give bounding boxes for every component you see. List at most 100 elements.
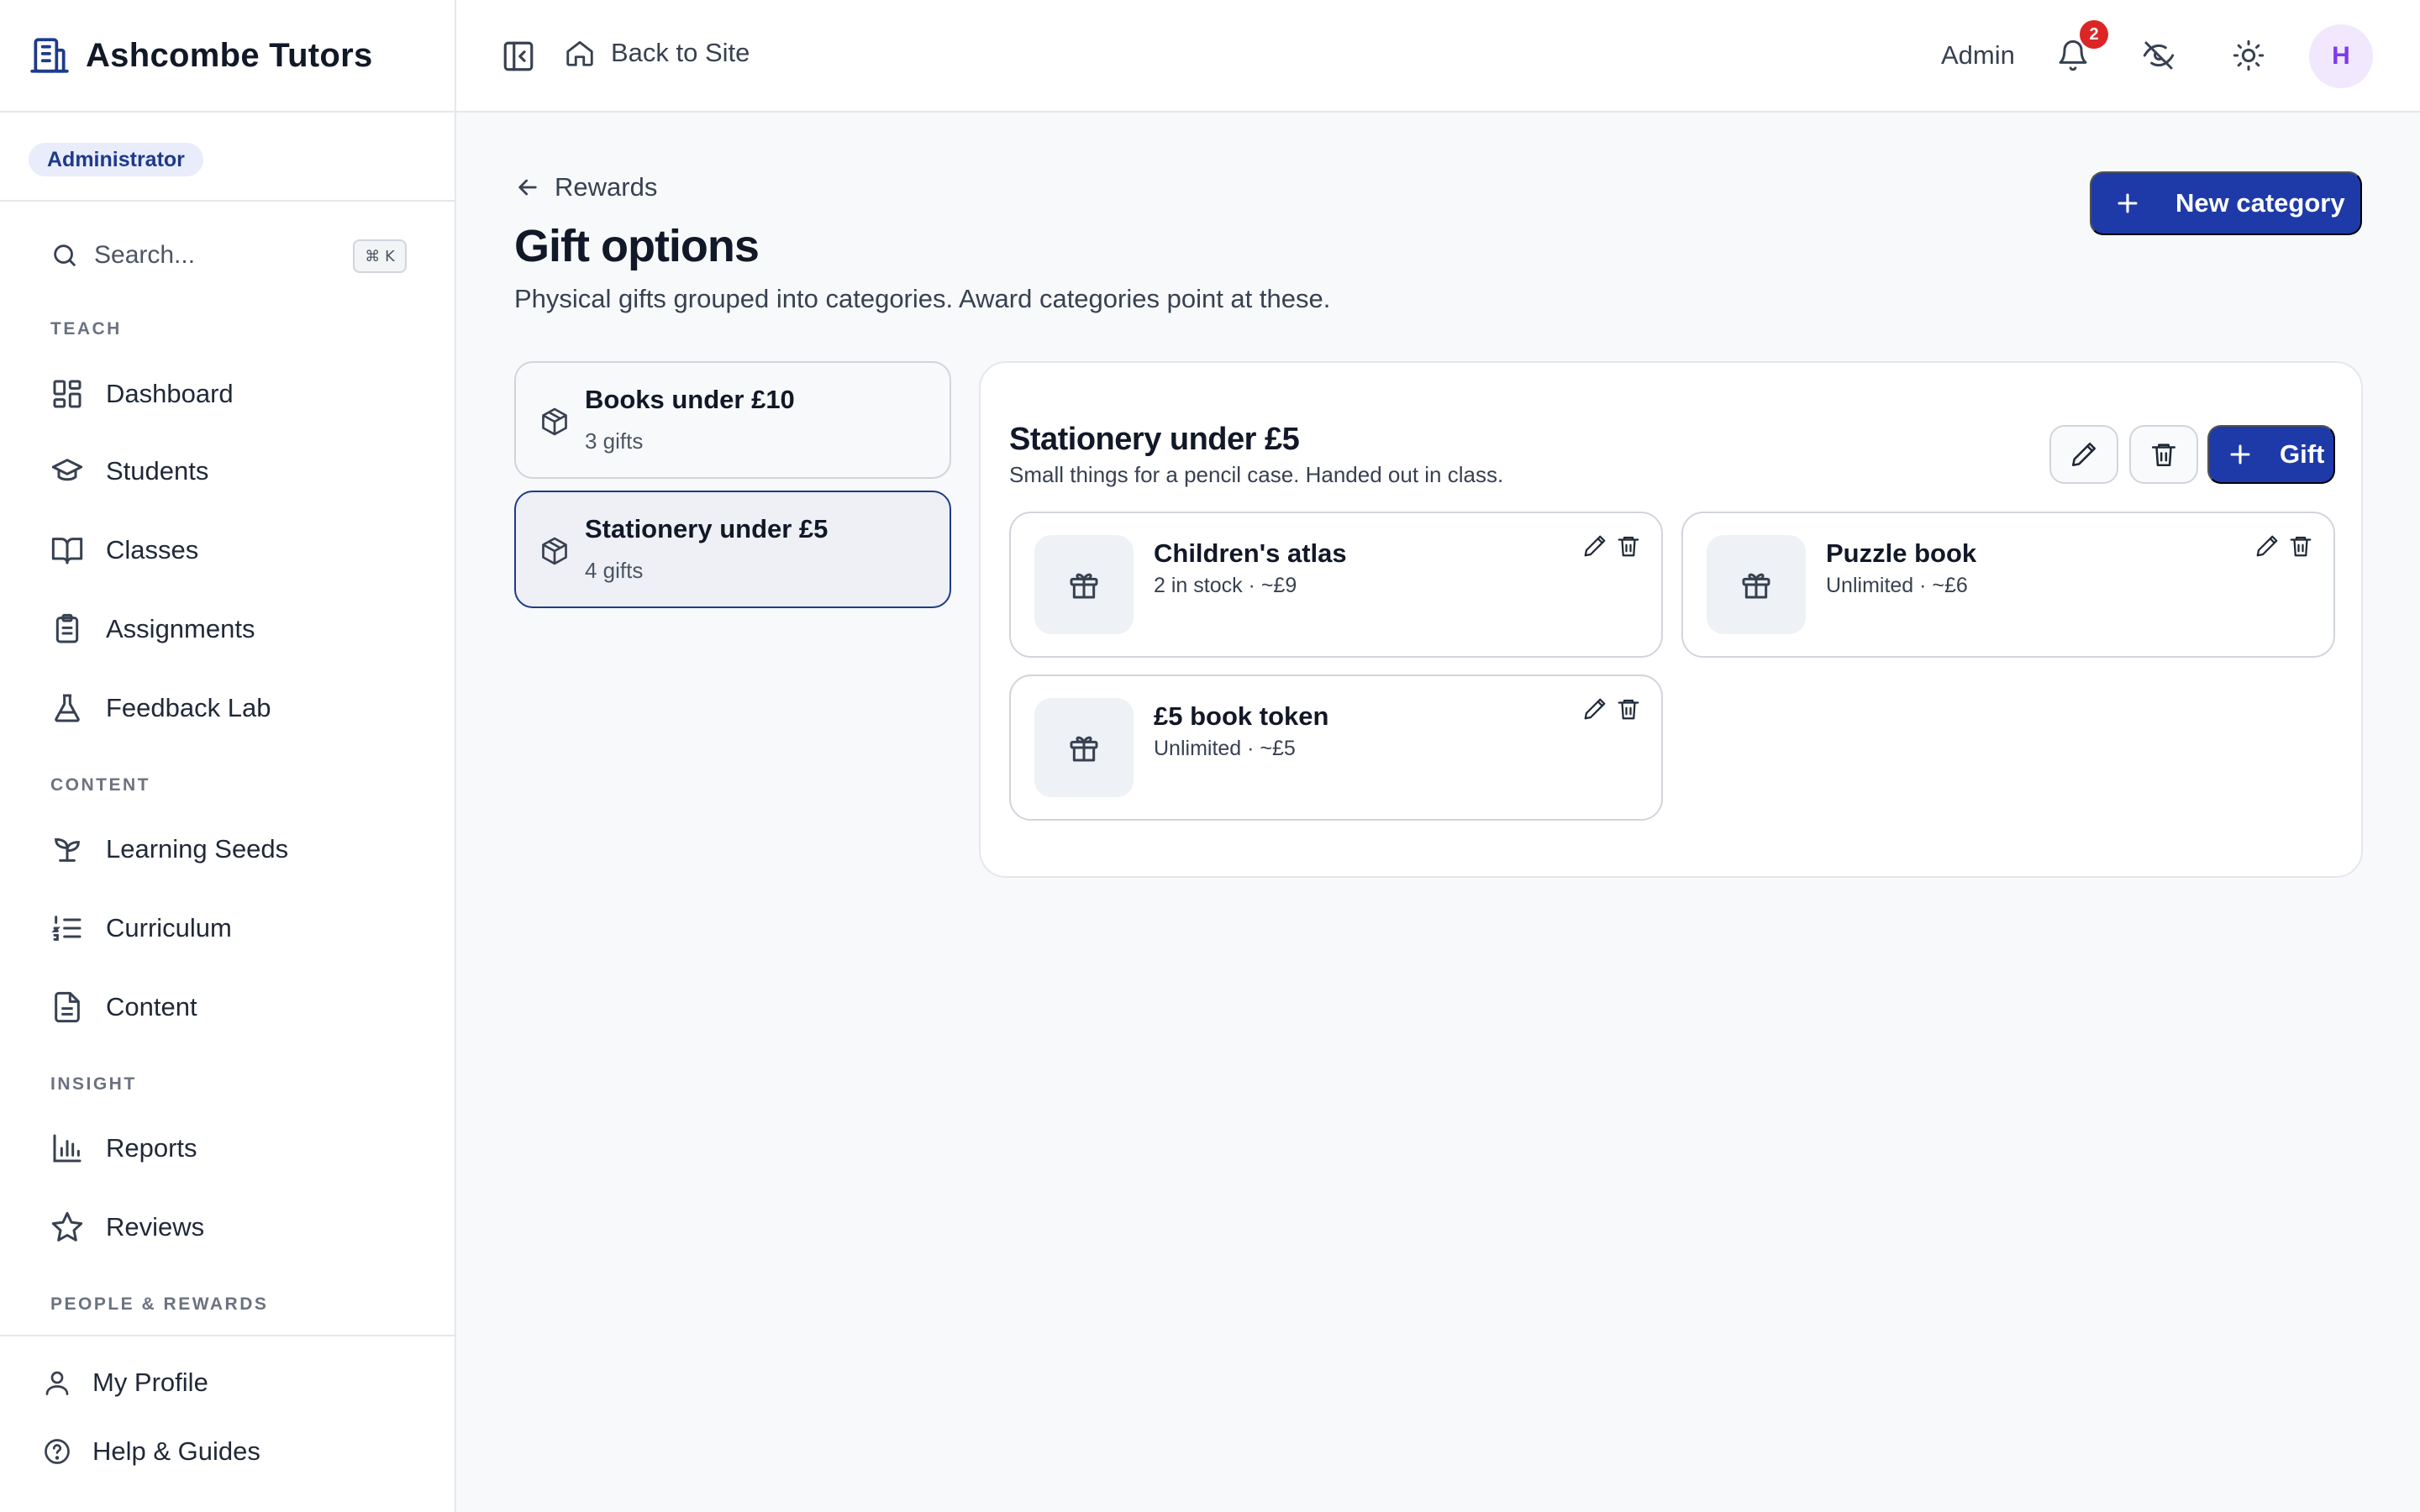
sidebar-item-label: Dashboard xyxy=(106,379,234,408)
sidebar-item-content[interactable]: Content xyxy=(29,974,425,1040)
topbar: Back to Site Admin 2 H xyxy=(456,0,2420,113)
back-to-site-link[interactable]: Back to Site xyxy=(564,37,750,69)
brand[interactable]: Ashcombe Tutors xyxy=(0,0,455,113)
search-icon xyxy=(54,244,76,266)
gift-card: Puzzle book Unlimited · ~£6 xyxy=(1681,512,2335,658)
sidebar-item-my-profile[interactable]: My Profile xyxy=(29,1353,208,1412)
sidebar-item-assignments[interactable]: Assignments xyxy=(29,596,425,662)
flask-icon xyxy=(55,694,80,722)
star-icon xyxy=(51,1211,83,1242)
sidebar-item-label: Reviews xyxy=(106,1212,205,1242)
home-icon xyxy=(566,40,593,66)
page-subtitle: Physical gifts grouped into categories. … xyxy=(514,284,1331,313)
new-category-label: New category xyxy=(2175,188,2345,218)
category-name: Books under £10 xyxy=(585,385,795,414)
trash-icon[interactable] xyxy=(1616,533,1641,559)
trash-icon[interactable] xyxy=(1616,696,1641,722)
gift-meta: Unlimited · ~£6 xyxy=(1826,574,1968,597)
trash-icon[interactable] xyxy=(2288,533,2313,559)
role-badge: Administrator xyxy=(29,143,203,176)
file-text-icon xyxy=(55,991,80,1023)
sidebar-item-label: Learning Seeds xyxy=(106,834,289,864)
sidebar-item-label: Classes xyxy=(106,535,199,564)
arrow-left-icon xyxy=(518,179,537,196)
user-icon xyxy=(45,1371,69,1395)
gift-meta: Unlimited · ~£5 xyxy=(1154,737,1296,760)
sidebar-item-label: Reports xyxy=(106,1133,197,1163)
sidebar-item-label: Curriculum xyxy=(106,913,232,942)
search-input[interactable]: Search... ⌘ K xyxy=(29,227,407,284)
search-shortcut: ⌘ K xyxy=(353,239,407,273)
gift-thumbnail xyxy=(1707,535,1806,634)
sidebar: Ashcombe Tutors Administrator Search... … xyxy=(0,0,456,1512)
gift-thumbnail xyxy=(1034,698,1134,797)
pencil-icon[interactable] xyxy=(1582,696,1607,722)
section-label-insight: INSIGHT xyxy=(50,1074,137,1094)
dashboard-icon xyxy=(53,380,82,408)
section-label-teach: TEACH xyxy=(50,319,122,339)
eye-off-icon[interactable] xyxy=(2142,39,2175,72)
graduation-cap-icon xyxy=(51,459,83,481)
pencil-icon[interactable] xyxy=(1582,533,1607,559)
plus-icon xyxy=(2230,444,2250,465)
search-placeholder: Search... xyxy=(94,241,196,269)
sidebar-item-label: Students xyxy=(106,456,209,486)
list-ordered-icon xyxy=(51,916,82,941)
delete-category-button[interactable] xyxy=(2129,425,2198,484)
sidebar-item-dashboard[interactable]: Dashboard xyxy=(29,361,425,427)
sidebar-item-learning-seeds[interactable]: Learning Seeds xyxy=(29,816,425,882)
sidebar-item-feedback-lab[interactable]: Feedback Lab xyxy=(29,675,425,741)
sidebar-item-label: My Profile xyxy=(92,1368,208,1397)
sidebar-item-help-guides[interactable]: Help & Guides xyxy=(29,1422,260,1481)
sprout-icon xyxy=(55,837,80,862)
sidebar-item-curriculum[interactable]: Curriculum xyxy=(29,895,425,961)
sidebar-toggle-icon[interactable] xyxy=(501,39,536,74)
back-to-site-label: Back to Site xyxy=(611,38,750,67)
category-card[interactable]: Books under £10 3 gifts xyxy=(514,361,951,479)
section-label-people-rewards: PEOPLE & REWARDS xyxy=(50,1294,269,1314)
sidebar-item-label: Assignments xyxy=(106,614,255,643)
sidebar-item-label: Feedback Lab xyxy=(106,693,271,722)
category-detail-title: Stationery under £5 xyxy=(1009,422,1300,457)
book-open-icon xyxy=(51,538,83,564)
category-name: Stationery under £5 xyxy=(585,514,829,543)
gift-icon xyxy=(1742,573,1770,599)
help-circle-icon xyxy=(45,1439,70,1464)
sidebar-item-classes[interactable]: Classes xyxy=(29,517,425,583)
gift-meta: 2 in stock · ~£9 xyxy=(1154,574,1297,597)
trash-icon xyxy=(2151,444,2176,467)
breadcrumb-label: Rewards xyxy=(555,172,658,202)
user-role-label: Admin xyxy=(1941,40,2015,70)
category-card-selected[interactable]: Stationery under £5 4 gifts xyxy=(514,491,951,608)
avatar[interactable]: H xyxy=(2309,24,2373,88)
package-icon xyxy=(542,407,567,436)
category-count: 4 gifts xyxy=(585,558,644,583)
pencil-icon[interactable] xyxy=(2254,533,2280,559)
building-icon xyxy=(30,38,69,73)
category-detail-description: Small things for a pencil case. Handed o… xyxy=(1009,462,1504,487)
app-name: Ashcombe Tutors xyxy=(86,36,373,74)
gift-icon xyxy=(1070,736,1098,762)
sidebar-item-reports[interactable]: Reports xyxy=(29,1116,425,1181)
sidebar-footer: My Profile Help & Guides xyxy=(0,1335,455,1512)
new-category-button[interactable]: New category xyxy=(2090,171,2362,235)
sidebar-item-reviews[interactable]: Reviews xyxy=(29,1194,425,1260)
sidebar-item-students[interactable]: Students xyxy=(29,438,425,504)
gift-icon xyxy=(1070,573,1098,599)
page-title: Gift options xyxy=(514,221,760,271)
plus-icon xyxy=(2118,193,2138,213)
add-gift-button[interactable]: Gift xyxy=(2207,425,2335,484)
role-area: Administrator xyxy=(0,113,455,202)
gift-card: Children's atlas 2 in stock · ~£9 xyxy=(1009,512,1663,658)
gift-thumbnail xyxy=(1034,535,1134,634)
category-count: 3 gifts xyxy=(585,428,644,454)
clipboard-icon xyxy=(55,613,79,643)
notification-count-badge: 2 xyxy=(2080,20,2108,49)
edit-category-button[interactable] xyxy=(2049,425,2118,484)
pencil-icon xyxy=(2071,442,2096,467)
sidebar-item-label: Content xyxy=(106,992,197,1021)
breadcrumb-back[interactable]: Rewards xyxy=(514,172,657,202)
sun-icon[interactable] xyxy=(2232,39,2265,72)
gift-name: £5 book token xyxy=(1154,701,1329,731)
package-icon xyxy=(542,537,567,565)
